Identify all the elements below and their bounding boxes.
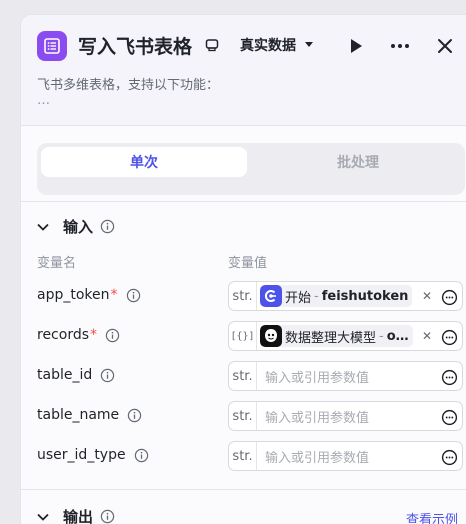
info-icon[interactable] bbox=[105, 328, 120, 343]
info-icon[interactable] bbox=[100, 219, 115, 234]
reference-source: 开始 bbox=[285, 290, 312, 306]
info-icon[interactable] bbox=[100, 368, 115, 383]
param-row-table-name: table_name str. 输入或引用参数值 bbox=[21, 401, 466, 431]
param-name: table_name bbox=[37, 407, 120, 423]
chevron-down-icon[interactable] bbox=[37, 513, 51, 521]
input-section-title: 输入 bbox=[63, 218, 94, 236]
info-icon[interactable] bbox=[134, 448, 149, 463]
type-tag: [{}] bbox=[229, 322, 257, 350]
run-button[interactable] bbox=[345, 35, 367, 57]
reference-variable: o… bbox=[386, 328, 409, 344]
start-node-icon bbox=[260, 285, 282, 307]
param-name: app_token bbox=[37, 287, 110, 303]
param-row-records: records * [{}] 数据整理大模型 - o… ✕ bbox=[21, 321, 466, 351]
variable-picker-icon[interactable] bbox=[440, 368, 458, 386]
clear-icon[interactable]: ✕ bbox=[422, 289, 432, 303]
tab-single[interactable]: 单次 bbox=[41, 147, 247, 177]
clear-icon[interactable]: ✕ bbox=[422, 329, 432, 343]
description-more[interactable]: … bbox=[37, 93, 51, 108]
required-marker: * bbox=[110, 287, 118, 303]
reference-source: 数据整理大模型 bbox=[285, 330, 377, 346]
param-value-field[interactable]: str. 输入或引用参数值 bbox=[228, 361, 463, 391]
info-icon[interactable] bbox=[126, 288, 141, 303]
divider bbox=[21, 125, 466, 126]
caret-down-icon bbox=[305, 42, 313, 47]
param-value-field[interactable]: str. 输入或引用参数值 bbox=[228, 401, 463, 431]
more-options-button[interactable] bbox=[389, 35, 411, 57]
node-config-panel: 写入飞书表格 真实数据 飞书多维表格，支持以下功能： … 单次 批处理 输入 变… bbox=[20, 14, 466, 524]
type-tag: str. bbox=[229, 362, 257, 390]
node-settings-icon[interactable] bbox=[205, 37, 219, 56]
variable-picker-icon[interactable] bbox=[440, 408, 458, 426]
required-marker: * bbox=[90, 327, 98, 343]
reference-chip[interactable]: 开始 - feishutoken bbox=[260, 285, 413, 307]
param-value-field[interactable]: [{}] 数据整理大模型 - o… ✕ bbox=[228, 321, 463, 351]
divider bbox=[21, 489, 466, 490]
type-tag: str. bbox=[229, 442, 257, 470]
tab-batch[interactable]: 批处理 bbox=[255, 147, 461, 177]
type-tag: str. bbox=[229, 402, 257, 430]
close-icon bbox=[438, 39, 452, 53]
output-section-title: 输出 bbox=[63, 508, 94, 524]
node-description: 飞书多维表格，支持以下功能： bbox=[37, 78, 220, 93]
chevron-down-icon[interactable] bbox=[37, 223, 51, 231]
variable-picker-icon[interactable] bbox=[440, 288, 458, 306]
param-row-app-token: app_token * str. 开始 - feishutoken ✕ bbox=[21, 281, 466, 311]
column-header-value: 变量值 bbox=[228, 256, 268, 271]
reference-separator: - bbox=[314, 288, 319, 304]
llm-node-icon bbox=[260, 325, 282, 347]
more-dots-icon bbox=[391, 44, 409, 48]
reference-chip[interactable]: 数据整理大模型 - o… bbox=[260, 325, 413, 347]
panel-header: 写入飞书表格 真实数据 飞书多维表格，支持以下功能： … bbox=[21, 15, 466, 125]
output-section-header[interactable]: 输出 bbox=[37, 506, 115, 524]
input-section-header[interactable]: 输入 bbox=[37, 216, 115, 237]
param-input-placeholder[interactable]: 输入或引用参数值 bbox=[265, 367, 369, 386]
variable-picker-icon[interactable] bbox=[440, 448, 458, 466]
param-name: user_id_type bbox=[37, 447, 126, 463]
data-mode-select[interactable]: 真实数据 bbox=[240, 35, 314, 55]
param-value-field[interactable]: str. 输入或引用参数值 bbox=[228, 441, 463, 471]
reference-variable: feishutoken bbox=[321, 288, 409, 304]
info-icon[interactable] bbox=[127, 408, 142, 423]
data-mode-label: 真实数据 bbox=[240, 38, 296, 54]
type-tag: str. bbox=[229, 282, 257, 310]
close-button[interactable] bbox=[434, 35, 456, 57]
param-name: records bbox=[37, 327, 90, 343]
node-title[interactable]: 写入飞书表格 bbox=[78, 32, 192, 59]
param-name: table_id bbox=[37, 367, 93, 383]
reference-separator: - bbox=[379, 328, 384, 344]
divider bbox=[21, 201, 466, 202]
param-input-placeholder[interactable]: 输入或引用参数值 bbox=[265, 407, 369, 426]
play-icon bbox=[351, 39, 362, 53]
param-value-field[interactable]: str. 开始 - feishutoken ✕ bbox=[228, 281, 463, 311]
param-input-placeholder[interactable]: 输入或引用参数值 bbox=[265, 447, 369, 466]
run-mode-tabs: 单次 批处理 bbox=[37, 143, 465, 195]
param-row-table-id: table_id str. 输入或引用参数值 bbox=[21, 361, 466, 391]
column-header-name: 变量名 bbox=[37, 256, 77, 271]
info-icon[interactable] bbox=[100, 509, 115, 524]
param-row-user-id-type: user_id_type str. 输入或引用参数值 bbox=[21, 441, 466, 471]
feishu-bitable-icon bbox=[37, 31, 67, 61]
view-examples-link[interactable]: 查看示例 bbox=[406, 509, 458, 524]
variable-picker-icon[interactable] bbox=[440, 328, 458, 346]
